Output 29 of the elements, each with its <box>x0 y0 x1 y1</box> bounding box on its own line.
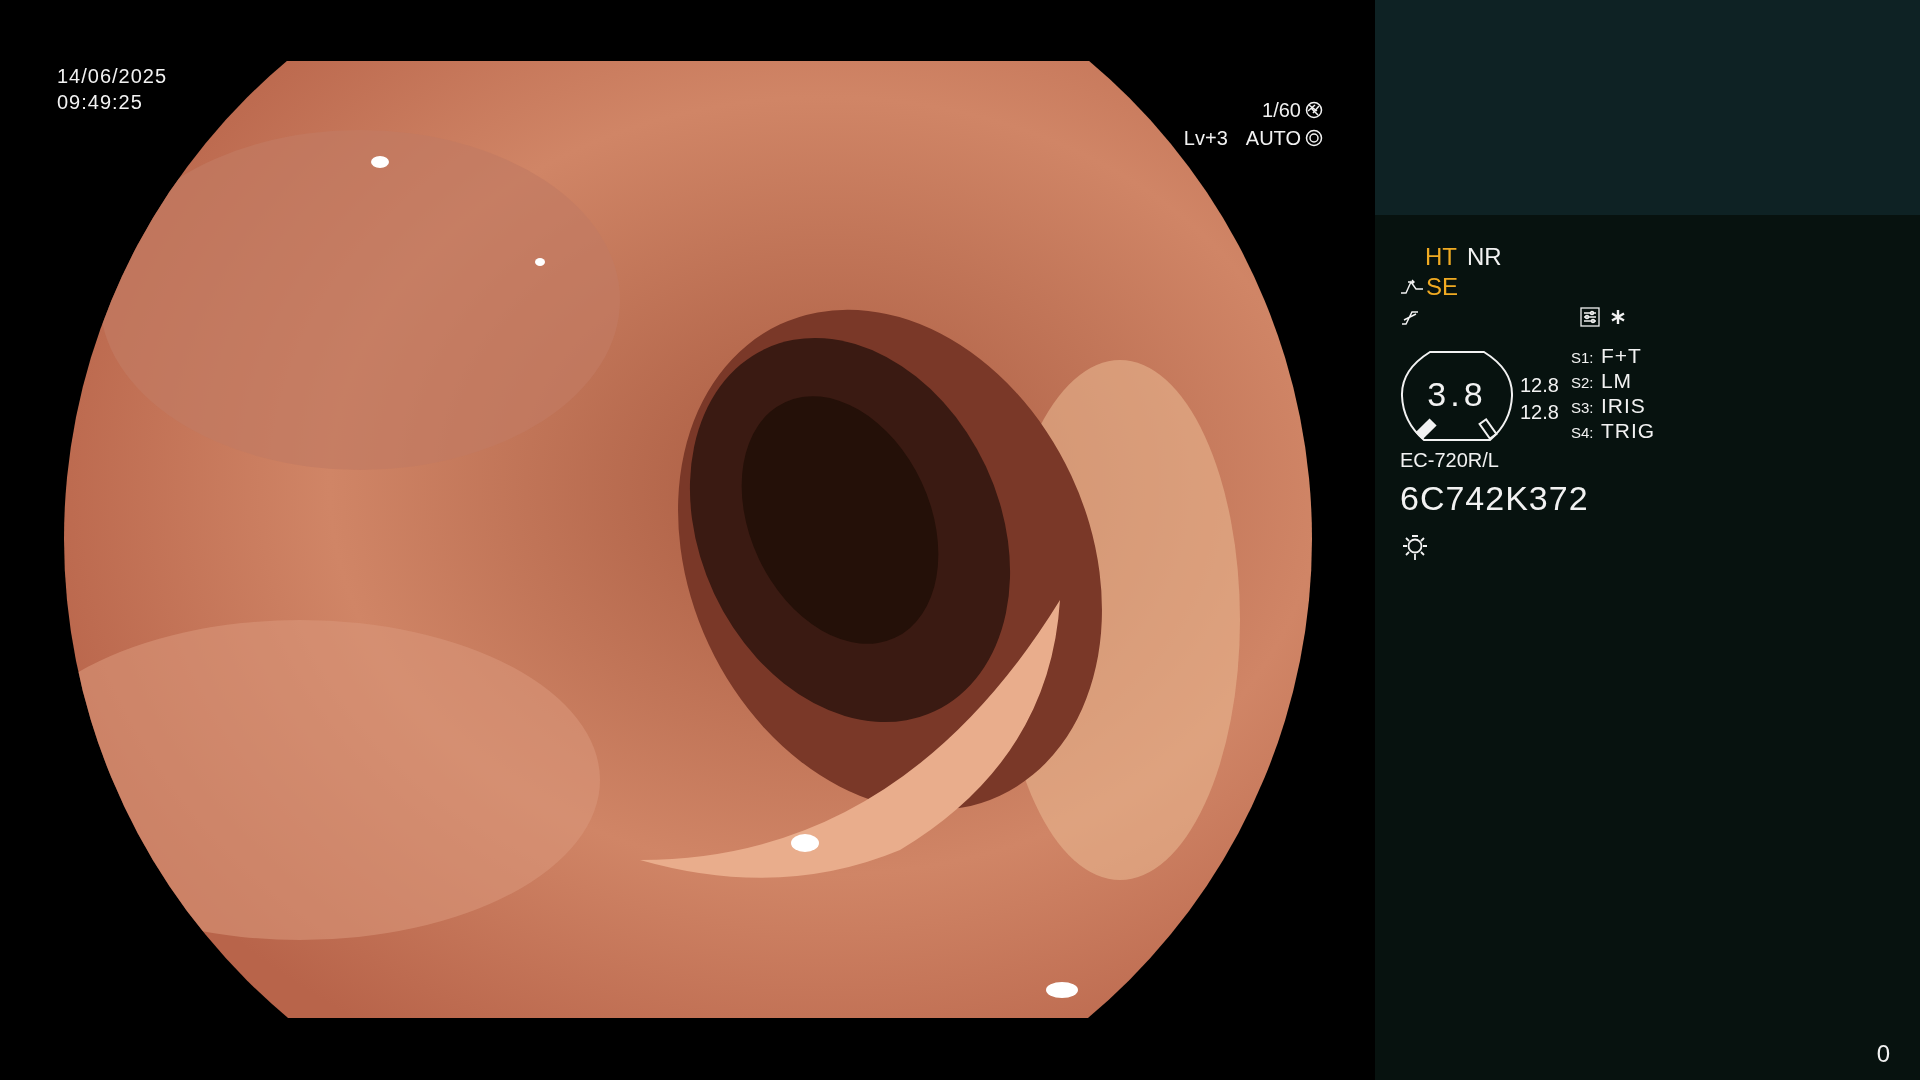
switch-function: TRIG <box>1600 419 1656 443</box>
switch-key: S4: <box>1570 424 1601 441</box>
shutter-icon <box>1305 101 1323 119</box>
time-text: 09:49:25 <box>57 90 144 115</box>
sliders-icon <box>1580 307 1600 327</box>
shutter-speed-text: 1/60 <box>1262 98 1301 122</box>
switch-key: S2: <box>1570 374 1601 391</box>
gauge-value: 3.8 <box>1426 376 1488 412</box>
switch-function: F+T <box>1600 344 1642 368</box>
curve-icon <box>1400 308 1420 326</box>
brightness-level-text: Lv+3 <box>1183 126 1228 150</box>
switch-function: IRIS <box>1600 394 1646 418</box>
counter-text: 0 <box>1876 1040 1890 1068</box>
contrast-curve-icon <box>1400 279 1424 295</box>
mode-indicator: NR <box>1467 243 1502 271</box>
scope-model: EC-720R/L <box>1400 448 1500 472</box>
lamp-icon <box>1400 532 1430 562</box>
enhance-indicator: SE <box>1426 273 1458 301</box>
switch-key: S1: <box>1570 349 1601 366</box>
gauge-reading: 12.8 <box>1520 400 1559 425</box>
gauge-reading: 12.8 <box>1520 373 1559 398</box>
switch-function: LM <box>1600 369 1633 393</box>
aperture-icon <box>1305 129 1323 147</box>
mode-indicator: HT <box>1425 243 1457 271</box>
date-text: 14/06/2025 <box>57 64 168 89</box>
scope-serial: 6C742K372 <box>1400 478 1590 518</box>
asterisk-icon <box>1610 309 1626 325</box>
switch-key: S3: <box>1570 399 1601 416</box>
iris-mode-text: AUTO <box>1245 126 1301 150</box>
